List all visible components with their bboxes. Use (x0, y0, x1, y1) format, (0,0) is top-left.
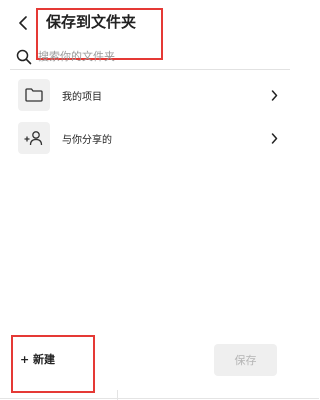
shared-icon-box (18, 122, 50, 154)
save-button[interactable]: 保存 (214, 344, 277, 376)
search-icon (16, 49, 32, 65)
folder-icon (25, 88, 43, 102)
back-button[interactable] (12, 12, 34, 34)
search-input[interactable] (38, 46, 278, 66)
folder-item-my-projects[interactable]: 我的项目 (18, 79, 280, 111)
shared-users-icon (24, 131, 43, 146)
bottom-divider (0, 398, 319, 399)
chevron-left-icon (19, 16, 27, 30)
chevron-right-icon (268, 89, 280, 101)
folder-icon-box (18, 79, 50, 111)
chevron-right-icon (268, 132, 280, 144)
bottom-divider-tick (117, 390, 118, 400)
search-divider (10, 69, 290, 70)
folder-item-shared-with-you[interactable]: 与你分享的 (18, 122, 280, 154)
folder-item-label: 我的项目 (62, 91, 102, 103)
folder-item-label: 与你分享的 (62, 134, 112, 146)
annotation-box-new (11, 335, 95, 393)
